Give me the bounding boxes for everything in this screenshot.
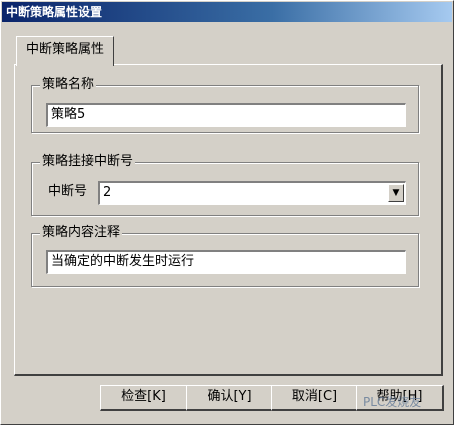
policy-name-input[interactable]: 策略5 bbox=[46, 103, 406, 127]
title-bar: 中断策略属性设置 bbox=[2, 2, 452, 22]
group-policy-comment: 策略内容注释 当确定的中断发生时运行 bbox=[31, 224, 419, 287]
group-interrupt-number: 策略挂接中断号 中断号 2 ▼ bbox=[31, 153, 419, 216]
interrupt-number-value: 2 bbox=[103, 185, 112, 200]
check-button[interactable]: 检查[K] bbox=[100, 385, 188, 411]
cancel-button[interactable]: 取消[C] bbox=[271, 385, 359, 411]
chevron-down-icon[interactable]: ▼ bbox=[388, 184, 404, 202]
dialog-window: 中断策略属性设置 中断策略属性 策略名称 策略5 策略挂接中断号 中断号 2 ▼… bbox=[0, 0, 454, 425]
group-label-policy-comment: 策略内容注释 bbox=[40, 224, 123, 242]
group-label-policy-name: 策略名称 bbox=[40, 76, 97, 94]
group-policy-name: 策略名称 策略5 bbox=[31, 76, 419, 133]
window-title: 中断策略属性设置 bbox=[6, 5, 103, 19]
policy-comment-input[interactable]: 当确定的中断发生时运行 bbox=[46, 250, 406, 274]
interrupt-number-label: 中断号 bbox=[48, 184, 88, 199]
tab-label: 中断策略属性 bbox=[25, 42, 104, 57]
interrupt-number-select[interactable]: 2 ▼ bbox=[98, 181, 406, 205]
tab-interrupt-policy-properties[interactable]: 中断策略属性 bbox=[16, 36, 114, 66]
group-label-interrupt-number: 策略挂接中断号 bbox=[40, 153, 136, 171]
watermark: PLC发烧友 bbox=[363, 395, 422, 409]
confirm-button[interactable]: 确认[Y] bbox=[186, 385, 274, 411]
